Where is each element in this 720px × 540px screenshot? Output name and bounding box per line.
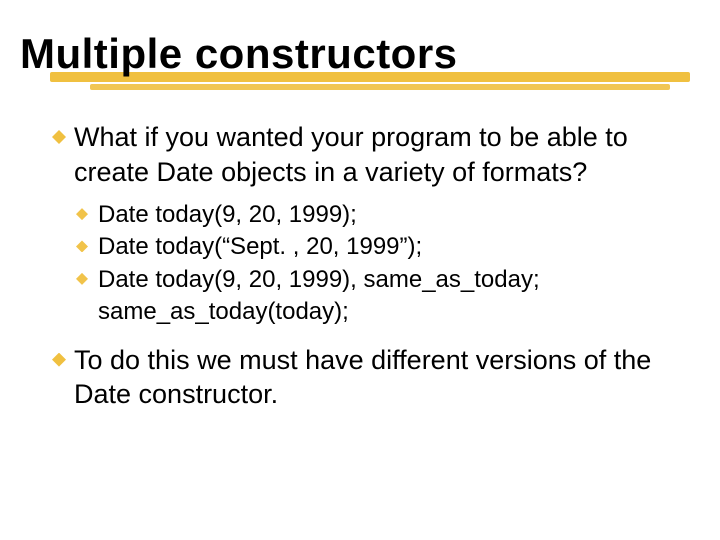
content-area: What if you wanted your program to be ab…	[20, 120, 690, 412]
bullet-level2: Date today(“Sept. , 20, 1999”);	[76, 231, 680, 263]
slide-title: Multiple constructors	[20, 30, 690, 78]
title-block: Multiple constructors	[20, 30, 690, 90]
bullet-level2: Date today(9, 20, 1999), same_as_today; …	[76, 264, 680, 329]
bullet-text: To do this we must have different versio…	[74, 345, 651, 410]
bullet-level2: Date today(9, 20, 1999);	[76, 199, 680, 231]
bullet-level1: To do this we must have different versio…	[52, 343, 680, 412]
bullet-text: What if you wanted your program to be ab…	[74, 122, 628, 187]
bullet-text: Date today(9, 20, 1999);	[98, 201, 357, 228]
bullet-level1: What if you wanted your program to be ab…	[52, 120, 680, 189]
bullet-text: Date today(9, 20, 1999), same_as_today; …	[98, 266, 540, 325]
sub-bullet-list: Date today(9, 20, 1999); Date today(“Sep…	[52, 199, 680, 329]
bullet-text: Date today(“Sept. , 20, 1999”);	[98, 233, 422, 260]
